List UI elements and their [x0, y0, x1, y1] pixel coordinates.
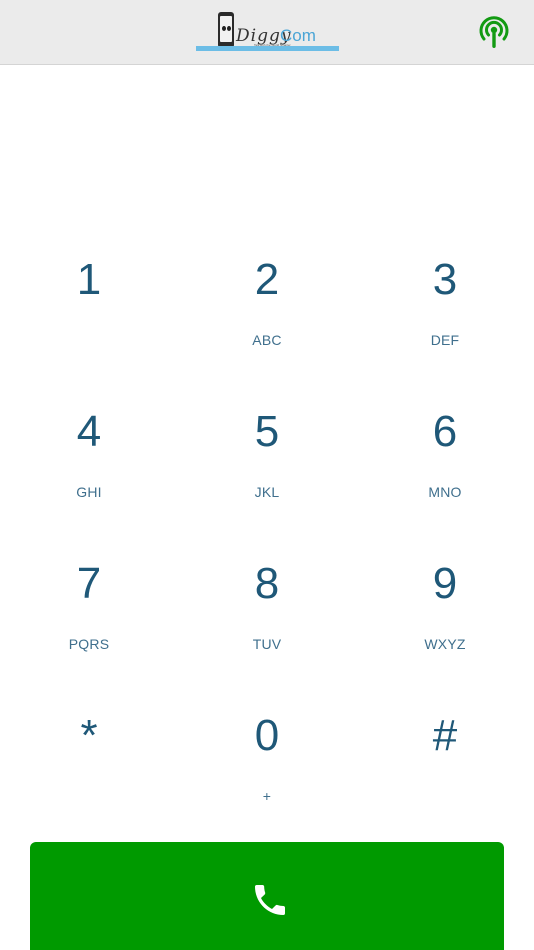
key-digit: 4 [76, 407, 102, 456]
key-digit: 1 [76, 255, 102, 304]
logo-tagline: Talk with the World Smarter [254, 43, 291, 47]
key-5[interactable]: 5 JKL [178, 380, 356, 532]
key-digit: 5 [254, 407, 280, 456]
key-digit: * [80, 711, 98, 760]
key-letters: TUV [252, 636, 282, 652]
app-header: Diggy Com Talk with the World Smarter [0, 0, 534, 65]
key-digit: 9 [432, 559, 458, 608]
key-4[interactable]: 4 GHI [0, 380, 178, 532]
logo-phone-graphic [218, 12, 234, 48]
key-star[interactable]: * [0, 684, 178, 836]
key-digit: 7 [76, 559, 102, 608]
key-letters: + [262, 788, 272, 804]
key-digit: # [432, 711, 458, 760]
key-digit: 6 [432, 407, 458, 456]
key-digit: 2 [254, 255, 280, 304]
key-digit: 0 [254, 711, 280, 760]
key-2[interactable]: 2 ABC [178, 228, 356, 380]
key-hash[interactable]: # [356, 684, 534, 836]
key-9[interactable]: 9 WXYZ [356, 532, 534, 684]
key-letters: DEF [430, 332, 460, 348]
key-letters: JKL [254, 484, 280, 500]
key-7[interactable]: 7 PQRS [0, 532, 178, 684]
key-8[interactable]: 8 TUV [178, 532, 356, 684]
key-digit: 3 [432, 255, 458, 304]
key-0[interactable]: 0 + [178, 684, 356, 836]
key-1[interactable]: 1 [0, 228, 178, 380]
key-letters: MNO [428, 484, 462, 500]
key-letters: GHI [76, 484, 102, 500]
phone-icon [255, 885, 285, 915]
app-logo: Diggy Com Talk with the World Smarter [196, 12, 339, 52]
key-6[interactable]: 6 MNO [356, 380, 534, 532]
key-letters: PQRS [68, 636, 110, 652]
key-letters: ABC [252, 332, 282, 348]
key-3[interactable]: 3 DEF [356, 228, 534, 380]
broadcast-antenna-icon[interactable] [477, 14, 511, 50]
key-letters: WXYZ [424, 636, 466, 652]
key-digit: 8 [254, 559, 280, 608]
